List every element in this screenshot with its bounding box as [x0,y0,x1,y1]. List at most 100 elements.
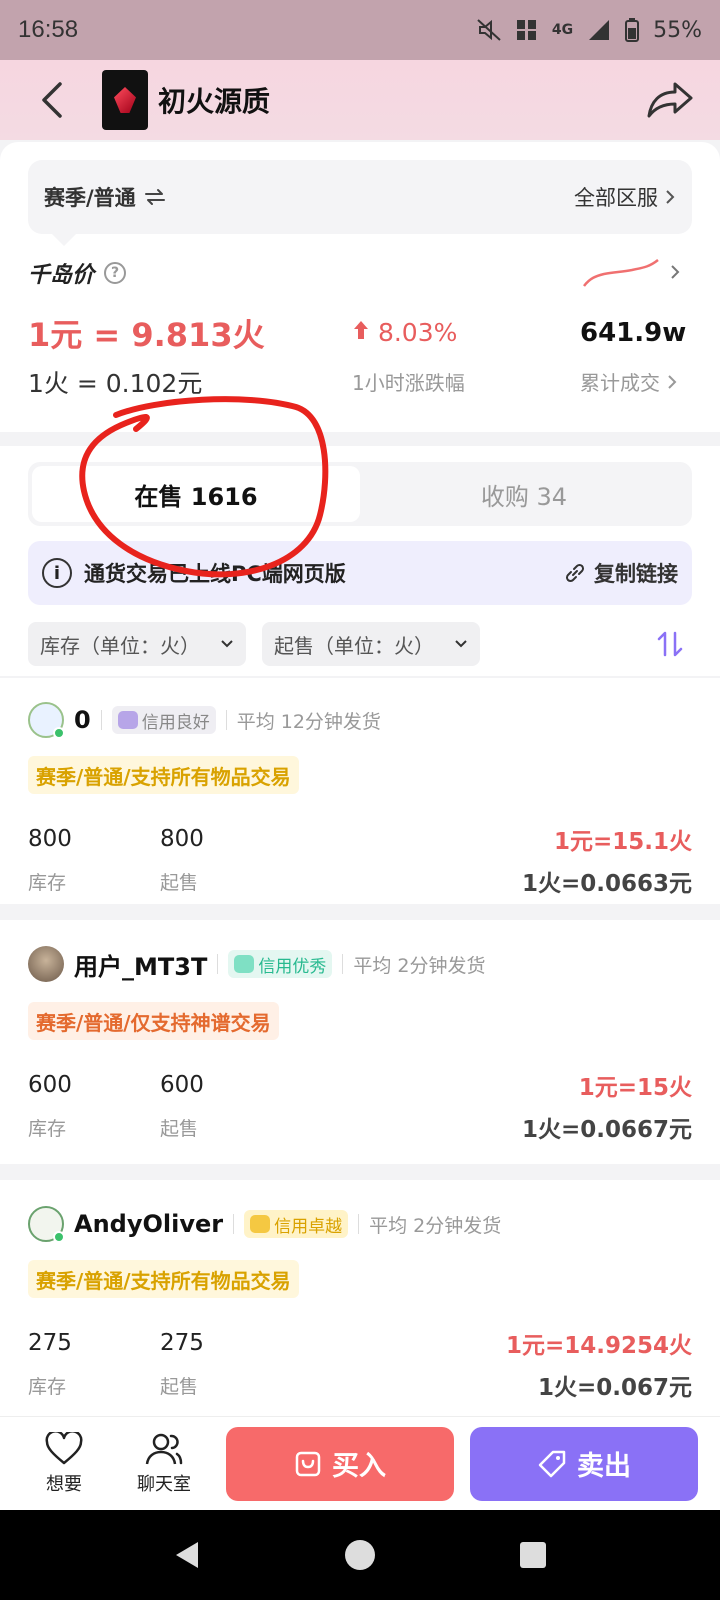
want-button[interactable]: 想要 [14,1431,114,1496]
seller-row: 用户_MT3T 信用优秀 平均 2分钟发货 [28,944,485,984]
cell-signal-icon [589,20,610,40]
price-trend-link[interactable] [582,252,682,292]
credit-badge: 信用良好 [111,706,216,734]
avatar[interactable] [28,702,65,739]
sell-label: 卖出 [577,1451,631,1482]
tab-on-sale[interactable]: 在售 1616 [32,466,360,522]
divider [100,710,102,730]
stock-value: 275 [28,1330,72,1356]
ship-time: 平均 2分钟发货 [369,1214,502,1237]
all-servers-link[interactable]: 全部区服 [574,182,676,212]
page-title: 初火源质 [158,85,271,118]
chevron-down-icon [455,640,467,648]
listing-controls: 在售 1616 收购 34 i 通货交易已上线PC端网页版 复制链接 库存（单位… [0,446,720,676]
online-indicator [53,1231,65,1243]
price-title: 千岛价 ? [28,257,127,289]
link-icon [565,563,585,583]
nav-recents-icon[interactable] [516,1538,550,1572]
trade-tag: 赛季/普通/支持所有物品交易 [28,1260,299,1298]
hourly-change: 8.03% [352,318,457,347]
season-switch[interactable]: 赛季/普通 [44,182,166,212]
listing-card[interactable]: 0 信用良好 平均 12分钟发货 赛季/普通/支持所有物品交易 800 库存 8… [0,678,720,904]
chevron-right-icon [668,375,677,389]
credit-badge-label: 信用卓越 [274,1216,343,1237]
seller-name: 0 [74,706,91,734]
stock-filter-dropdown[interactable]: 库存（单位：火） [28,622,246,666]
total-volume-link[interactable]: 累计成交 [580,367,678,396]
bottom-action-bar: 想要 聊天室 买入 卖出 [0,1416,720,1510]
credit-excellent-icon [234,955,255,973]
min-value: 275 [160,1330,204,1356]
tab-purchase[interactable]: 收购 34 [360,466,688,522]
bag-icon [295,1451,321,1476]
back-button[interactable] [22,70,82,130]
users-icon [145,1433,183,1464]
price-tag-icon [538,1450,566,1477]
server-selector[interactable]: 赛季/普通 全部区服 [28,160,692,234]
nav-back-icon[interactable] [170,1538,204,1572]
seller-row: AndyOliver 信用卓越 平均 2分钟发货 [28,1204,501,1244]
avatar[interactable] [28,946,64,982]
nav-home-icon[interactable] [343,1538,377,1572]
chatroom-label: 聊天室 [137,1473,191,1495]
season-label: 赛季/普通 [44,186,136,210]
chevron-down-icon [221,640,233,648]
seller-name: AndyOliver [74,1210,224,1238]
credit-badge: 信用优秀 [228,950,333,978]
status-icons: 4G 55% [476,18,702,43]
listing-card[interactable]: AndyOliver 信用卓越 平均 2分钟发货 赛季/普通/支持所有物品交易 … [0,1180,720,1416]
hourly-change-label: 1小时涨跌幅 [352,371,465,395]
battery-icon [625,18,640,42]
game-thumbnail [102,70,148,130]
divider [217,954,219,974]
app-header: 初火源质 [0,60,720,140]
credit-badge-label: 信用良好 [141,712,210,733]
unit-price: 1元=14.9254火 [505,1333,692,1359]
sort-icon [657,631,683,657]
sparkline-icon [583,259,659,287]
seller-name: 用户_MT3T [74,952,208,981]
total-volume: 641.9w [580,318,687,348]
all-servers-label: 全部区服 [574,186,658,210]
exchange-rate-inverse: 1火 = 0.102元 [28,369,203,398]
share-button[interactable] [642,72,698,128]
price-title-label: 千岛价 [28,263,95,288]
stock-label: 库存 [28,872,67,894]
min-label: 起售 [160,1376,199,1398]
status-time: 16:58 [18,16,79,43]
notice-banner: i 通货交易已上线PC端网页版 复制链接 [28,541,692,605]
min-filter-dropdown[interactable]: 起售（单位：火） [262,622,480,666]
server-bar-pointer [52,234,76,246]
ship-time: 平均 12分钟发货 [236,710,381,733]
unit-price-inverse: 1火=0.067元 [537,1375,692,1401]
sell-button[interactable]: 卖出 [470,1426,698,1501]
total-volume-label: 累计成交 [580,371,660,395]
online-indicator [53,727,65,739]
chatroom-button[interactable]: 聊天室 [114,1432,214,1496]
min-value: 600 [160,1072,204,1098]
credit-superb-icon [250,1215,271,1233]
copy-link-button[interactable]: 复制链接 [564,558,678,588]
filter-row: 库存（单位：火） 起售（单位：火） [28,622,692,666]
min-label: 起售 [160,872,199,894]
notice-text-wrap: i 通货交易已上线PC端网页版 [42,558,346,588]
unit-price: 1元=15火 [578,1075,692,1101]
system-nav-bar [0,1510,720,1600]
divider [358,1214,360,1234]
listing-card[interactable]: 用户_MT3T 信用优秀 平均 2分钟发货 赛季/普通/仅支持神谱交易 600 … [0,920,720,1164]
min-value: 800 [160,826,204,852]
chevron-right-icon [666,190,675,204]
avatar[interactable] [28,1206,65,1243]
unit-price-inverse: 1火=0.0667元 [521,1117,692,1143]
seller-row: 0 信用良好 平均 12分钟发货 [28,700,381,740]
buy-button[interactable]: 买入 [226,1426,454,1501]
help-icon[interactable]: ? [104,262,127,284]
mute-icon [477,19,501,41]
unit-price: 1元=15.1火 [553,829,692,855]
stock-value: 800 [28,826,72,852]
trade-tag: 赛季/普通/仅支持神谱交易 [28,1002,279,1040]
stock-label: 库存 [28,1118,67,1140]
copy-link-label: 复制链接 [594,562,678,586]
share-icon [647,82,693,118]
sort-button[interactable] [648,622,692,666]
